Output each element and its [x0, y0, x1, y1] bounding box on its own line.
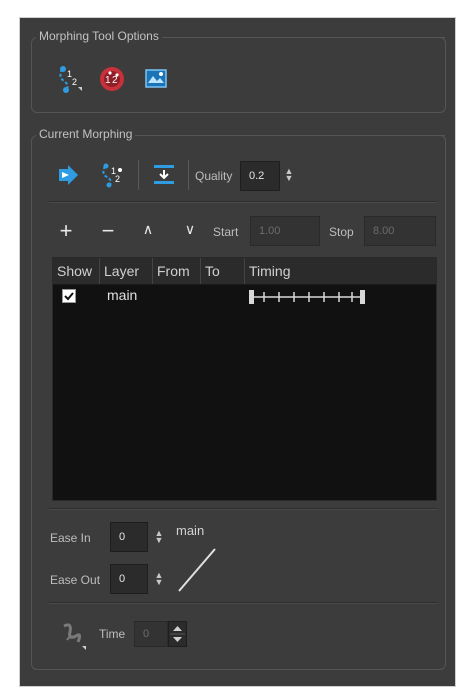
column-layer[interactable]: Layer	[99, 258, 152, 284]
svg-text:2: 2	[112, 75, 118, 86]
current-morphing-title: Current Morphing	[36, 127, 136, 141]
section-divider	[49, 508, 437, 510]
quality-spinner[interactable]: ▲ ▼	[284, 167, 294, 183]
section-divider	[49, 602, 437, 604]
quality-field[interactable]: 0.2	[240, 161, 280, 191]
tool-options-group: Morphing Tool Options 1 2 1 2	[31, 29, 446, 113]
import-icon[interactable]	[151, 162, 177, 188]
table-header: Show Layer From To Timing	[53, 258, 436, 285]
ease-out-spinner[interactable]: ▲ ▼	[154, 571, 164, 587]
time-field[interactable]: 0	[134, 621, 168, 647]
morph-path-icon[interactable]	[58, 620, 88, 650]
ease-out-label: Ease Out	[50, 573, 101, 587]
stop-label: Stop	[329, 225, 354, 239]
tool-options-title-rule	[184, 37, 445, 38]
time-stepper[interactable]	[168, 621, 187, 647]
layer-name: main	[107, 287, 138, 303]
add-button[interactable]: +	[56, 218, 76, 244]
column-show[interactable]: Show	[53, 258, 99, 284]
ease-in-spinner[interactable]: ▲ ▼	[154, 529, 164, 545]
move-down-button[interactable]: ∨	[180, 221, 200, 238]
section-divider	[49, 201, 437, 203]
ease-out-field[interactable]: 0	[110, 564, 148, 594]
table-row[interactable]: main	[53, 285, 436, 309]
ease-in-field[interactable]: 0	[110, 522, 148, 552]
tool-options-title: Morphing Tool Options	[36, 29, 162, 43]
start-label: Start	[213, 225, 239, 239]
current-morphing-title-rule	[155, 135, 445, 136]
morph-hint-icon[interactable]: 1 2	[100, 162, 126, 188]
timing-bar[interactable]	[249, 288, 365, 306]
show-checkbox[interactable]	[62, 289, 76, 303]
move-up-button[interactable]: ∧	[138, 221, 158, 238]
hint-point-icon[interactable]: 1 2	[98, 65, 126, 93]
remove-button[interactable]: −	[98, 218, 118, 244]
toolbar-separator	[138, 160, 139, 190]
start-field[interactable]: 1.00	[250, 216, 320, 246]
morphing-table: Show Layer From To Timing main	[52, 257, 437, 501]
column-to[interactable]: To	[200, 258, 244, 284]
svg-text:2: 2	[115, 174, 120, 184]
column-timing[interactable]: Timing	[244, 258, 436, 284]
ease-curve-graph[interactable]	[176, 546, 218, 594]
time-label: Time	[99, 627, 126, 641]
toolbar-separator	[188, 160, 189, 190]
ease-curve-label: main	[176, 523, 205, 538]
morphing-tool-icon[interactable]: 1 2	[56, 65, 84, 93]
morphing-panel: Morphing Tool Options 1 2 1 2 Current Mo…	[19, 17, 456, 687]
stop-field[interactable]: 8.00	[364, 216, 436, 246]
ease-in-label: Ease In	[50, 531, 91, 545]
svg-text:1: 1	[105, 75, 111, 86]
quality-label: Quality	[195, 169, 233, 183]
show-morphing-icon[interactable]	[144, 68, 168, 90]
column-from[interactable]: From	[152, 258, 200, 284]
morph-arrow-icon[interactable]	[56, 163, 80, 187]
svg-text:2: 2	[72, 77, 77, 87]
